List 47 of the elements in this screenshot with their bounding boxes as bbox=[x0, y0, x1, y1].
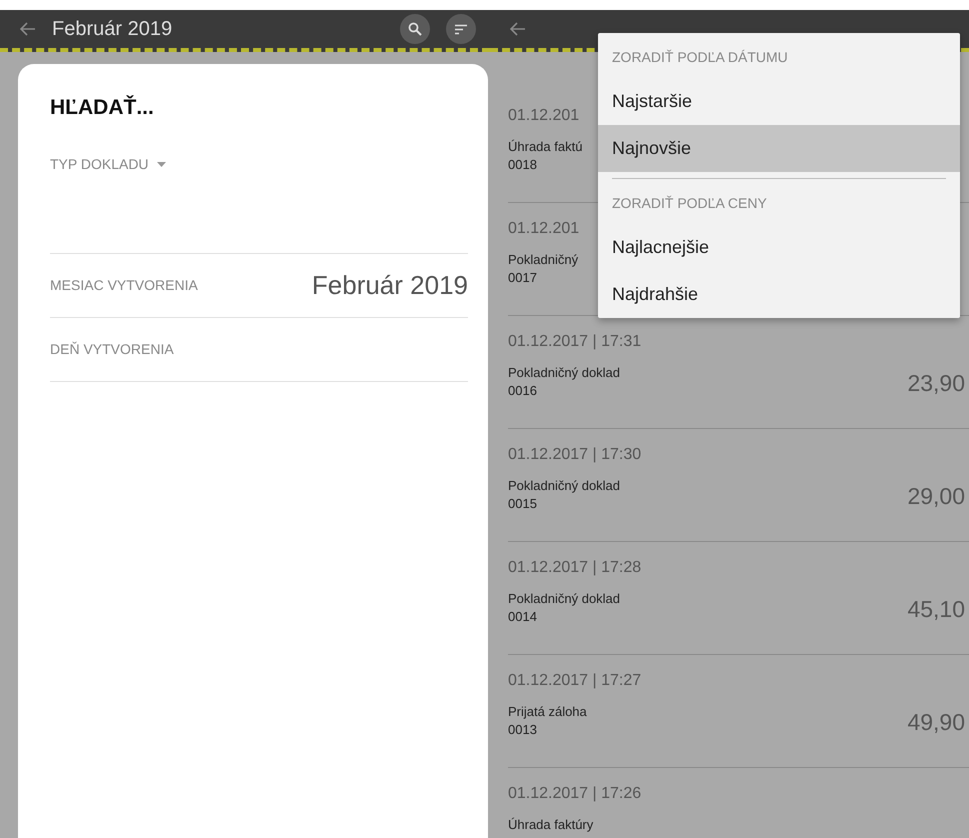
search-button[interactable] bbox=[400, 14, 430, 44]
caret-icon bbox=[156, 162, 166, 166]
document-amount: 49,90 bbox=[907, 708, 965, 736]
document-list-item[interactable]: 01.12.2017 | 17:27 Prijatá záloha 0013 49,90 bbox=[508, 655, 969, 768]
document-amount: 45,10 bbox=[907, 594, 965, 624]
menu-item[interactable]: Najlacnejšie bbox=[598, 224, 960, 271]
search-icon bbox=[408, 22, 422, 36]
document-type: Prijatá záloha bbox=[508, 703, 587, 721]
document-number: 0014 bbox=[508, 608, 538, 626]
document-type: Pokladničný doklad bbox=[508, 477, 620, 495]
document-date: 01.12.2017 | 17:30 bbox=[508, 445, 642, 465]
menu-item[interactable]: Najnovšie bbox=[598, 125, 960, 172]
field-label: MESIAC VYTVORENIA bbox=[50, 276, 198, 294]
sort-icon bbox=[454, 24, 468, 34]
document-list-item[interactable]: 01.12.2017 | 17:28 Pokladničný doklad 0014 45,10 bbox=[508, 542, 969, 655]
document-type: Pokladničný doklad bbox=[508, 590, 620, 608]
document-number: 0017 bbox=[508, 269, 538, 287]
document-date: 01.12.2017 | 17:27 bbox=[508, 671, 642, 691]
menu-section-heading: ZORADIŤ PODĽA DÁTUMU bbox=[611, 48, 789, 67]
document-list-item[interactable]: 01.12.2017 | 17:30 Pokladničný doklad 0015 29,00 bbox=[508, 429, 969, 542]
document-date: 01.12.2017 | 17:26 bbox=[508, 784, 642, 804]
document-amount: 23,90 bbox=[907, 368, 965, 398]
screen-title: Február 2019 bbox=[52, 17, 174, 42]
back-arrow-icon[interactable] bbox=[20, 22, 36, 36]
document-date: 01.12.2017 | 17:28 bbox=[508, 558, 642, 578]
document-date: 01.12.2017 | 17:31 bbox=[508, 332, 642, 352]
sort-button[interactable] bbox=[446, 14, 476, 44]
document-number: 0016 bbox=[508, 382, 538, 400]
back-arrow-icon[interactable] bbox=[510, 22, 526, 36]
menu-item[interactable]: Najdrahšie bbox=[598, 271, 960, 318]
document-date: 01.12.201 bbox=[508, 219, 580, 239]
document-type: Pokladničný doklad bbox=[508, 364, 620, 382]
document-type-dropdown[interactable]: TYP DOKLADU bbox=[50, 154, 468, 254]
search-title: HĽADAŤ... bbox=[50, 94, 155, 121]
field-value[interactable]: Február 2019 bbox=[312, 266, 468, 304]
document-type: Úhrada faktú bbox=[508, 138, 582, 156]
document-number: 0018 bbox=[508, 156, 538, 174]
field-label: DEŇ VYTVORENIA bbox=[50, 340, 174, 358]
document-type: Úhrada faktúry bbox=[508, 816, 594, 834]
document-number: 0013 bbox=[508, 721, 538, 739]
document-type: Pokladničný bbox=[508, 251, 578, 269]
document-amount: 29,00 bbox=[907, 482, 965, 510]
document-list-item[interactable]: 01.12.2017 | 17:26 Úhrada faktúry bbox=[508, 768, 969, 838]
menu-item[interactable]: Najstaršie bbox=[598, 78, 960, 125]
document-date: 01.12.201 bbox=[508, 106, 580, 126]
document-number: 0015 bbox=[508, 495, 538, 513]
menu-section-heading: ZORADIŤ PODĽA CENY bbox=[611, 194, 768, 213]
